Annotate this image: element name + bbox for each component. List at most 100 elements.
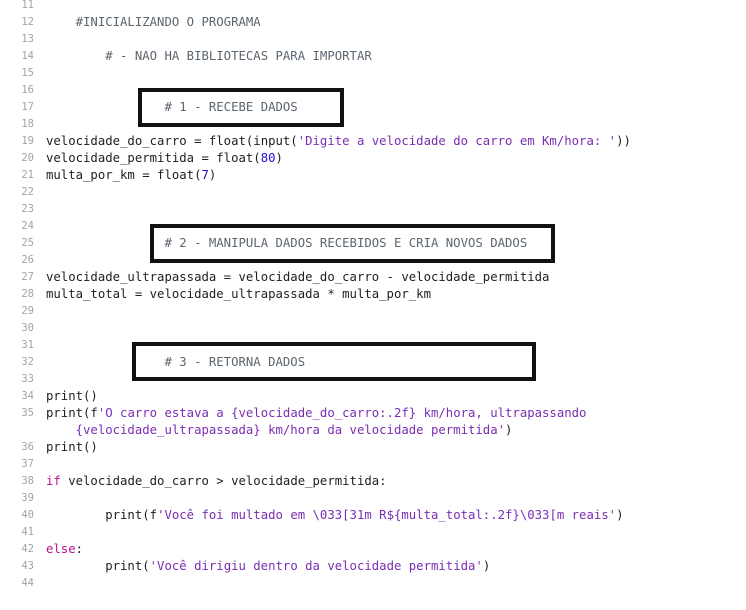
code-line[interactable]: 40 print(f'Você foi multado em \033[31m … <box>0 507 746 524</box>
token: velocidade_ultrapassada = velocidade_do_… <box>46 270 550 284</box>
line-number: 17 <box>21 101 34 113</box>
token-num: 80 <box>260 151 276 165</box>
line-number: 40 <box>21 509 34 521</box>
code-line[interactable]: 42 else: <box>0 541 746 558</box>
line-number: 22 <box>21 186 34 198</box>
line-number: 15 <box>21 67 34 79</box>
token-comment: # - NAO HA BIBLIOTECAS PARA IMPORTAR <box>46 49 372 63</box>
code-text[interactable]: if velocidade_do_carro > velocidade_perm… <box>46 473 387 490</box>
code-text[interactable]: print(f'Você foi multado em \033[31m R${… <box>46 507 623 524</box>
code-text[interactable]: multa_total = velocidade_ultrapassada * … <box>46 286 431 303</box>
line-number: 37 <box>21 458 34 470</box>
code-line[interactable]: 12 #INICIALIZANDO O PROGRAMA <box>0 14 746 31</box>
code-text[interactable]: print('Você dirigiu dentro da velocidade… <box>46 558 490 575</box>
line-number: 25 <box>21 237 34 249</box>
code-line[interactable]: 37 <box>0 456 746 473</box>
token-str: 'Você dirigiu dentro da velocidade permi… <box>149 559 483 573</box>
code-line[interactable]: 21 multa_por_km = float(7) <box>0 167 746 184</box>
code-line[interactable]: 30 <box>0 320 746 337</box>
line-number: 38 <box>21 475 34 487</box>
token-comment: #INICIALIZANDO O PROGRAMA <box>46 15 261 29</box>
token: velocidade_do_carro = float(input( <box>46 134 298 148</box>
token-str: 'Você foi multado em \033[31m R${multa_t… <box>157 508 617 522</box>
line-number: 19 <box>21 135 34 147</box>
code-line[interactable]: 34 print() <box>0 388 746 405</box>
line-number: 20 <box>21 152 34 164</box>
line-number: 39 <box>21 492 34 504</box>
line-number: 36 <box>21 441 34 453</box>
code-line[interactable]: 38 if velocidade_do_carro > velocidade_pe… <box>0 473 746 490</box>
code-text[interactable]: {velocidade_ultrapassada} km/hora da vel… <box>46 422 513 439</box>
token-num: 7 <box>201 168 209 182</box>
line-number: 14 <box>21 50 34 62</box>
code-text[interactable]: velocidade_permitida = float(80) <box>46 150 283 167</box>
code-text[interactable]: print() <box>46 388 98 405</box>
line-number: 44 <box>21 577 34 589</box>
line-number: 43 <box>21 560 34 572</box>
code-line[interactable]: 27 velocidade_ultrapassada = velocidade_d… <box>0 269 746 286</box>
line-number: 42 <box>21 543 34 555</box>
code-text[interactable]: # - NAO HA BIBLIOTECAS PARA IMPORTAR <box>46 48 372 65</box>
token: ) <box>616 508 624 522</box>
line-number: 11 <box>21 0 34 11</box>
code-line[interactable]: 18 <box>0 116 746 133</box>
line-number: 31 <box>21 339 34 351</box>
code-text[interactable]: velocidade_do_carro = float(input('Digit… <box>46 133 631 150</box>
line-number: 33 <box>21 373 34 385</box>
code-line[interactable]: 20 velocidade_permitida = float(80) <box>0 150 746 167</box>
code-line[interactable]: 36 print() <box>0 439 746 456</box>
line-number: 16 <box>21 84 34 96</box>
code-line[interactable]: 28 multa_total = velocidade_ultrapassada … <box>0 286 746 303</box>
annotation-box-1 <box>138 88 344 127</box>
code-text[interactable]: print(f'O carro estava a {velocidade_do_… <box>46 405 586 422</box>
code-line[interactable]: 16 <box>0 82 746 99</box>
line-number: 26 <box>21 254 34 266</box>
code-line[interactable]: 15 <box>0 65 746 82</box>
code-text[interactable]: print() <box>46 439 98 456</box>
code-line[interactable]: 44 <box>0 575 746 592</box>
line-number: 12 <box>21 16 34 28</box>
line-number: 18 <box>21 118 34 130</box>
code-text[interactable]: velocidade_ultrapassada = velocidade_do_… <box>46 269 549 286</box>
code-line[interactable]: 35 print(f'O carro estava a {velocidade_d… <box>0 405 746 422</box>
code-text[interactable]: #INICIALIZANDO O PROGRAMA <box>46 14 261 31</box>
code-line[interactable]: 14 # - NAO HA BIBLIOTECAS PARA IMPORTAR <box>0 48 746 65</box>
code-line[interactable]: {velocidade_ultrapassada} km/hora da vel… <box>0 422 746 439</box>
code-editor[interactable]: 11 12 #INICIALIZANDO O PROGRAMA 13 14 # - N… <box>0 0 746 610</box>
token: ) <box>208 168 217 182</box>
code-line[interactable]: 29 <box>0 303 746 320</box>
line-number: 41 <box>21 526 34 538</box>
token: velocidade_permitida = float( <box>46 151 261 165</box>
token: print() <box>46 389 98 403</box>
code-line[interactable]: 13 <box>0 31 746 48</box>
code-line[interactable]: 19 velocidade_do_carro = float(input('Dig… <box>0 133 746 150</box>
token: ) <box>505 423 513 437</box>
code-text[interactable]: multa_por_km = float(7) <box>46 167 216 184</box>
line-number: 27 <box>21 271 34 283</box>
line-number: 23 <box>21 203 34 215</box>
line-number: 13 <box>21 33 34 45</box>
code-line[interactable]: 43 print('Você dirigiu dentro da velocid… <box>0 558 746 575</box>
code-line[interactable]: 22 <box>0 184 746 201</box>
code-line[interactable]: 17 # 1 - RECEBE DADOS <box>0 99 746 116</box>
code-line[interactable]: 41 <box>0 524 746 541</box>
line-number: 28 <box>21 288 34 300</box>
code-line[interactable]: 39 <box>0 490 746 507</box>
code-text[interactable]: else: <box>46 541 83 558</box>
line-number: 29 <box>21 305 34 317</box>
token: multa_total = velocidade_ultrapassada * … <box>46 287 431 301</box>
annotation-box-3 <box>132 342 536 381</box>
token: ) <box>275 151 283 165</box>
token: velocidade_do_carro > velocidade_permiti… <box>60 474 387 488</box>
token-kw: if <box>46 474 61 488</box>
line-number: 34 <box>21 390 34 402</box>
code-line[interactable]: 23 <box>0 201 746 218</box>
line-number: 32 <box>21 356 34 368</box>
line-number: 35 <box>21 407 34 419</box>
token: print(f <box>46 406 98 420</box>
code-line[interactable]: 11 <box>0 0 746 14</box>
token: print( <box>46 559 150 573</box>
token: multa_por_km = float( <box>46 168 202 182</box>
token-str: 'O carro estava a {velocidade_do_carro:.… <box>97 406 587 420</box>
line-number: 30 <box>21 322 34 334</box>
